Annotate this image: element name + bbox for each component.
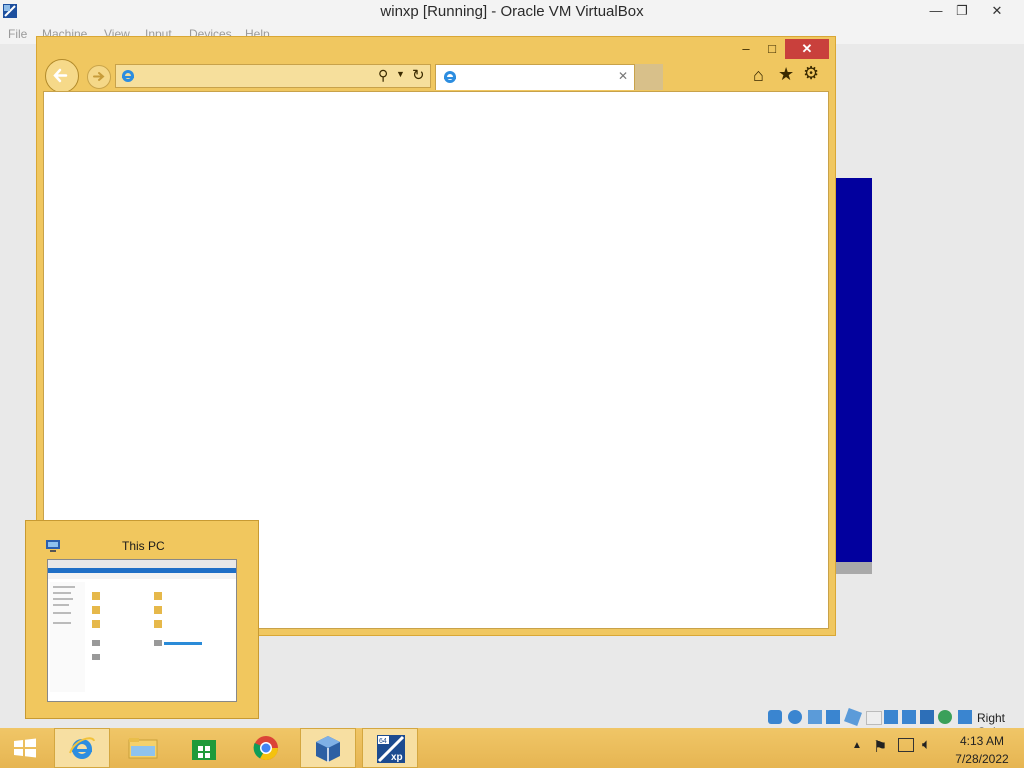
close-tab-icon[interactable]: ✕ bbox=[618, 69, 628, 83]
action-center-flag-icon[interactable]: ⚑ bbox=[873, 737, 887, 757]
start-button[interactable] bbox=[0, 728, 50, 768]
xp-desktop-strip-bottom bbox=[836, 562, 872, 574]
chrome-icon bbox=[253, 736, 278, 761]
tab-blank[interactable]: ✕ bbox=[435, 64, 635, 90]
vbox-titlebar: winxp [Running] - Oracle VM VirtualBox —… bbox=[0, 0, 1024, 24]
keyboard-capture-icon[interactable] bbox=[958, 710, 972, 724]
winxp-vm-icon: 64 xp bbox=[377, 735, 405, 763]
mouse-integration-icon[interactable] bbox=[938, 710, 952, 724]
windows-logo-icon bbox=[14, 738, 36, 758]
store-icon bbox=[192, 740, 216, 760]
preview-title: This PC bbox=[122, 539, 165, 553]
svg-text:64: 64 bbox=[379, 738, 387, 745]
taskbar-winxp-vm[interactable]: 64 xp bbox=[362, 728, 418, 768]
restore-button[interactable]: ❐ bbox=[944, 0, 980, 22]
clock-time[interactable]: 4:13 AM bbox=[952, 734, 1012, 748]
taskbar-store[interactable] bbox=[176, 728, 232, 768]
internet-explorer-icon bbox=[69, 737, 95, 759]
virtualization-icon[interactable] bbox=[920, 710, 934, 724]
search-icon[interactable]: ⚲ bbox=[378, 67, 388, 84]
xp-desktop-strip bbox=[836, 178, 872, 562]
window-title: winxp [Running] - Oracle VM VirtualBox bbox=[380, 3, 644, 20]
internet-explorer-icon bbox=[444, 71, 456, 83]
volume-muted-icon[interactable]: 🔈︎ bbox=[922, 736, 931, 753]
address-bar[interactable]: ⚲ ▼ ↻ bbox=[115, 64, 431, 88]
arrow-left-icon bbox=[53, 68, 68, 83]
usb-icon[interactable] bbox=[844, 708, 862, 726]
audio-icon[interactable] bbox=[808, 710, 822, 724]
preview-window-thumbnail bbox=[47, 559, 237, 702]
hard-disk-icon[interactable] bbox=[768, 710, 782, 724]
show-hidden-icons-icon[interactable]: ▲ bbox=[852, 740, 862, 751]
taskbar-virtualbox[interactable] bbox=[300, 728, 356, 768]
svg-text:xp: xp bbox=[391, 752, 403, 763]
display-icon[interactable] bbox=[884, 710, 898, 724]
refresh-icon[interactable]: ↻ bbox=[412, 66, 425, 84]
computer-icon bbox=[46, 540, 60, 552]
back-button[interactable] bbox=[45, 59, 79, 93]
arrow-right-icon bbox=[93, 72, 105, 81]
ie-minimize-button[interactable]: – bbox=[733, 39, 759, 59]
menu-file[interactable]: File bbox=[8, 27, 27, 41]
home-icon[interactable]: ⌂ bbox=[753, 65, 764, 86]
taskbar-file-explorer[interactable] bbox=[115, 728, 171, 768]
taskbar-internet-explorer[interactable] bbox=[54, 728, 110, 768]
optical-drive-icon[interactable] bbox=[788, 710, 802, 724]
shared-folders-icon[interactable] bbox=[866, 711, 882, 725]
clock-date[interactable]: 7/28/2022 bbox=[946, 752, 1018, 766]
star-icon[interactable]: ★ bbox=[778, 64, 794, 85]
gear-icon[interactable]: ⚙ bbox=[803, 63, 819, 84]
taskbar-chrome[interactable] bbox=[238, 728, 294, 768]
ie-close-button[interactable]: ✕ bbox=[785, 39, 829, 59]
forward-button[interactable] bbox=[87, 65, 111, 89]
internet-explorer-icon bbox=[122, 70, 134, 82]
chevron-down-icon[interactable]: ▼ bbox=[396, 69, 405, 79]
close-button[interactable]: ✕ bbox=[976, 0, 1018, 22]
taskbar: 64 xp ▲ ⚑ 🔈︎ bbox=[0, 728, 1024, 768]
video-capture-icon[interactable] bbox=[902, 710, 916, 724]
taskbar-preview[interactable]: This PC bbox=[25, 520, 259, 719]
new-tab-button[interactable] bbox=[635, 64, 663, 90]
virtualbox-icon bbox=[316, 736, 340, 762]
network-tray-icon[interactable] bbox=[898, 738, 914, 752]
folder-icon bbox=[128, 738, 158, 759]
ie-maximize-button[interactable]: □ bbox=[759, 39, 785, 59]
network-icon[interactable] bbox=[826, 710, 840, 724]
